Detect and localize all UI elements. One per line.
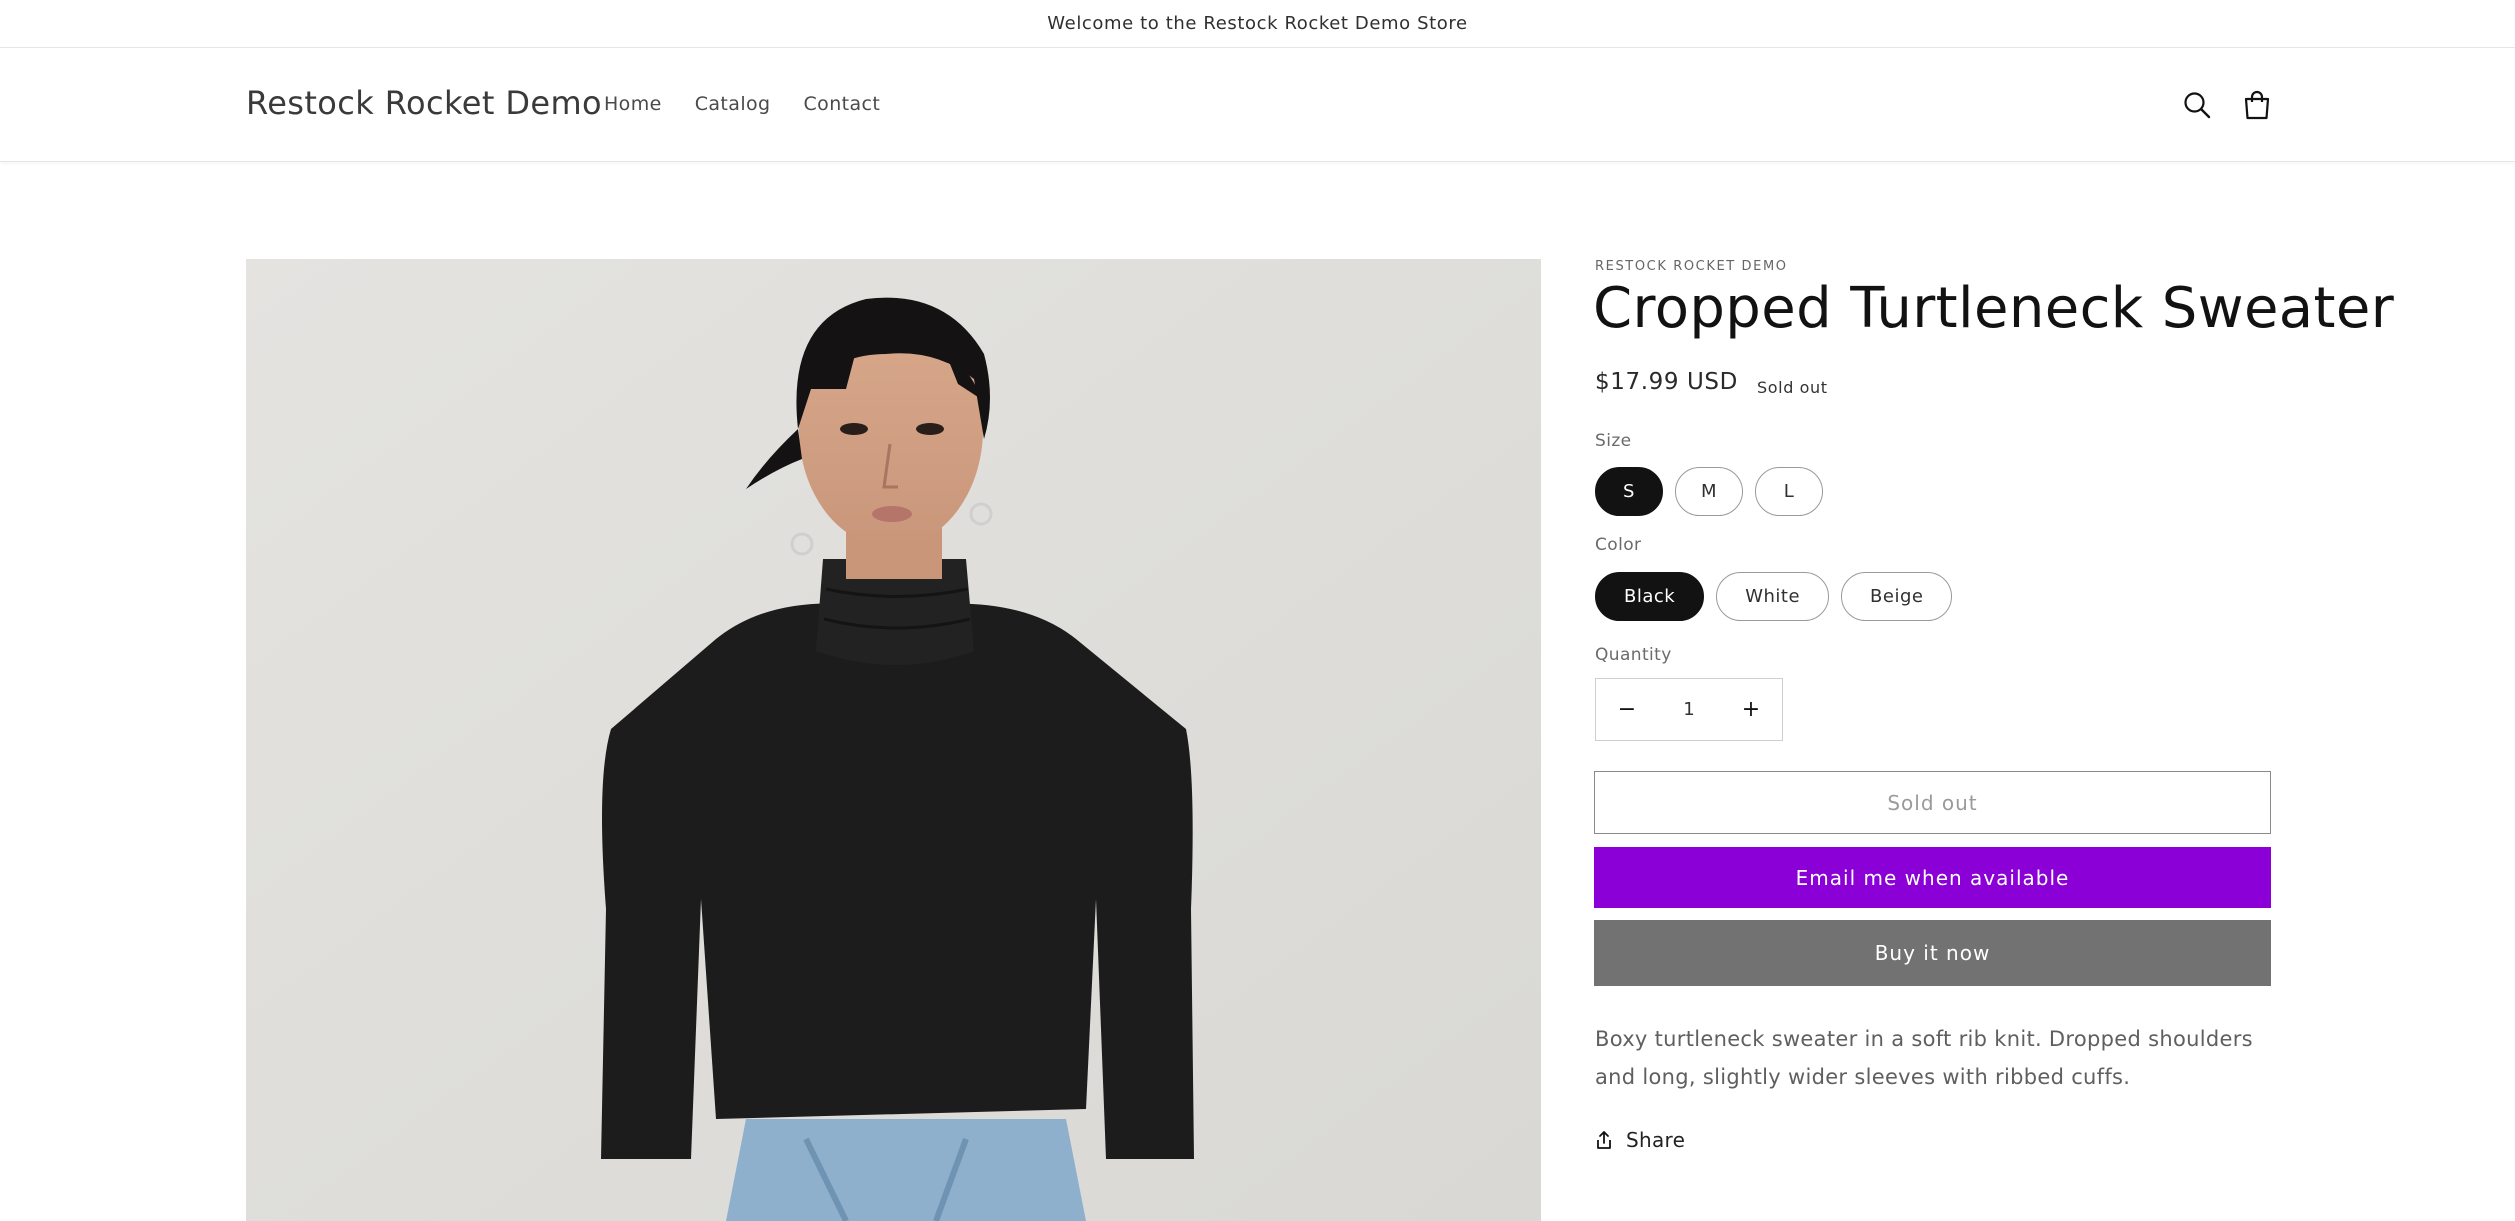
share-label: Share — [1626, 1128, 1686, 1152]
sold-out-button[interactable]: Sold out — [1594, 771, 2271, 834]
cart-icon — [2244, 90, 2270, 120]
sold-out-badge: Sold out — [1757, 378, 1828, 397]
nav-home[interactable]: Home — [604, 93, 662, 115]
email-notify-button[interactable]: Email me when available — [1594, 847, 2271, 908]
plus-icon: + — [1741, 697, 1761, 722]
size-option-s[interactable]: S — [1595, 467, 1663, 516]
quantity-input[interactable] — [1658, 699, 1720, 720]
color-label: Color — [1595, 535, 1642, 555]
main-nav: Home Catalog Contact — [604, 93, 913, 115]
nav-catalog[interactable]: Catalog — [695, 93, 771, 115]
nav-contact[interactable]: Contact — [804, 93, 881, 115]
size-options: S M L — [1595, 467, 1835, 516]
announcement-bar: Welcome to the Restock Rocket Demo Store — [0, 0, 2515, 48]
color-options: Black White Beige — [1595, 572, 1964, 621]
minus-icon: − — [1617, 697, 1637, 722]
product-description: Boxy turtleneck sweater in a soft rib kn… — [1595, 1027, 2253, 1089]
quantity-decrease-button[interactable]: − — [1596, 679, 1658, 740]
search-icon — [2184, 92, 2211, 119]
announcement-text: Welcome to the Restock Rocket Demo Store — [1047, 13, 1468, 34]
color-option-beige[interactable]: Beige — [1841, 572, 1953, 621]
color-option-black[interactable]: Black — [1595, 572, 1705, 621]
search-button[interactable] — [2179, 87, 2215, 123]
product-price: $17.99 USD — [1595, 369, 1738, 395]
product-title: Cropped Turtleneck Sweater — [1593, 276, 2395, 341]
site-header: Restock Rocket Demo Home Catalog Contact — [0, 48, 2515, 162]
share-button[interactable]: Share — [1594, 1128, 1685, 1152]
size-option-l[interactable]: L — [1755, 467, 1823, 516]
size-option-m[interactable]: M — [1675, 467, 1743, 516]
product-photo-illustration — [246, 259, 1541, 1221]
color-option-white[interactable]: White — [1716, 572, 1830, 621]
quantity-stepper: − + — [1595, 678, 1783, 741]
share-icon — [1597, 1131, 1611, 1149]
product-vendor: RESTOCK ROCKET DEMO — [1595, 259, 1788, 274]
store-logo[interactable]: Restock Rocket Demo — [246, 84, 602, 122]
product-image[interactable] — [246, 259, 1541, 1221]
quantity-label: Quantity — [1595, 645, 1672, 665]
quantity-increase-button[interactable]: + — [1720, 679, 1782, 740]
buy-now-button[interactable]: Buy it now — [1594, 920, 2271, 986]
size-label: Size — [1595, 431, 1632, 451]
cart-button[interactable] — [2239, 87, 2275, 123]
